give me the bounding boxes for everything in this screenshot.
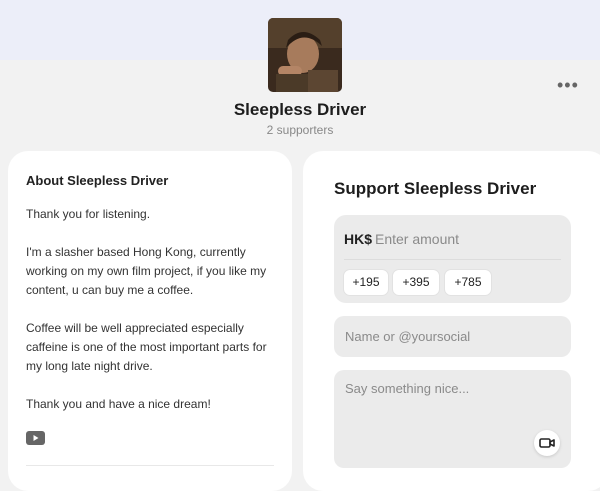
message-field[interactable] [345, 381, 555, 421]
preset-amount-button[interactable]: +785 [444, 269, 492, 296]
amount-divider [344, 259, 561, 260]
creator-avatar [268, 18, 342, 92]
video-camera-icon[interactable] [534, 430, 560, 456]
support-card: Support Sleepless Driver HK$ +195 +395 +… [303, 151, 600, 491]
name-field-box [334, 316, 571, 357]
about-paragraph: Thank you and have a nice dream! [26, 397, 211, 411]
about-paragraph: Coffee will be well appreciated especial… [26, 321, 267, 373]
currency-label: HK$ [344, 231, 373, 247]
about-title: About Sleepless Driver [26, 173, 169, 188]
divider [26, 465, 274, 466]
about-paragraph: I'm a slasher based Hong Kong, currently… [26, 245, 267, 297]
amount-input[interactable] [375, 228, 555, 250]
preset-amount-button[interactable]: +195 [343, 269, 389, 296]
support-title: Support Sleepless Driver [334, 179, 537, 198]
message-field-box [334, 370, 571, 468]
more-options-icon[interactable]: ••• [557, 76, 579, 94]
youtube-icon[interactable] [26, 431, 45, 445]
preset-amount-button[interactable]: +395 [392, 269, 440, 296]
name-field[interactable] [345, 326, 555, 346]
about-paragraph: Thank you for listening. [26, 207, 151, 221]
supporter-count: 2 supporters [266, 123, 334, 137]
creator-name: Sleepless Driver [233, 100, 367, 119]
amount-box: HK$ +195 +395 +785 [334, 215, 571, 303]
about-card: About Sleepless Driver Thank you for lis… [8, 151, 292, 491]
